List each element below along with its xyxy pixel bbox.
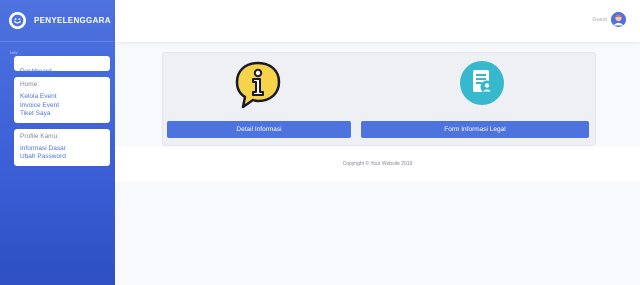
user-name: Guest xyxy=(592,16,607,23)
main-card: Detail Informasi Form Informasi Legal xyxy=(162,52,596,146)
info-chat-icon xyxy=(229,59,287,115)
sidebar-item-invoice-event[interactable]: Invoice Event xyxy=(20,102,104,111)
smiley-icon xyxy=(9,12,26,29)
detail-informasi-button[interactable]: Detail Informasi xyxy=(167,121,351,138)
sidebar-item-label: Dashboard xyxy=(20,68,52,75)
form-informasi-legal-button[interactable]: Form Informasi Legal xyxy=(361,121,589,138)
brand[interactable]: PENYELENGGARA xyxy=(0,0,115,42)
profile-card: Profile Kamu: Informasi Dasar Ubah Passw… xyxy=(14,128,110,166)
detail-informasi-panel: Detail Informasi xyxy=(167,59,351,141)
sidebar-item-ubah-password[interactable]: Ubah Password xyxy=(20,153,104,162)
sidebar-item-kelola-event[interactable]: Kelola Event xyxy=(20,93,104,102)
footer: Copyright © Your Website 2019 xyxy=(115,146,640,182)
profile-card-title: Profile Kamu: xyxy=(20,132,60,140)
brand-title: PENYELENGGARA xyxy=(34,16,111,25)
home-card: Home: Kelola Event Invoice Event Tiket S… xyxy=(14,77,110,123)
sidebar-section-label: Nav xyxy=(10,50,18,55)
topbar: Guest xyxy=(115,0,640,42)
user-avatar-icon[interactable] xyxy=(611,12,626,27)
home-card-title: Home: xyxy=(20,81,40,88)
user-menu[interactable]: Guest xyxy=(592,12,626,27)
copyright-text: Copyright © Your Website 2019 xyxy=(342,161,413,167)
sidebar-item-dashboard[interactable]: Dashboard xyxy=(14,56,110,75)
sidebar: PENYELENGGARA Nav Dashboard Home: Kelola… xyxy=(0,0,115,285)
sidebar-item-tiket-saya[interactable]: Tiket Saya xyxy=(20,110,104,119)
sidebar-item-informasi-dasar[interactable]: Informasi Dasar xyxy=(20,145,104,154)
form-informasi-legal-panel: Form Informasi Legal xyxy=(361,59,589,141)
document-user-icon xyxy=(453,59,511,115)
